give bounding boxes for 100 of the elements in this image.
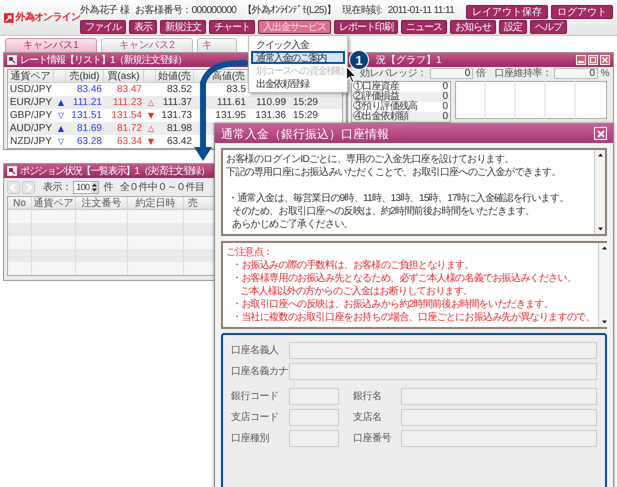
rate-value: 131.36 xyxy=(255,109,286,122)
item-label: ②評価損益 xyxy=(352,92,400,102)
display-label: 表示： xyxy=(43,180,72,194)
rate-value: 111.37 xyxy=(162,96,192,109)
trend-mark: △ xyxy=(148,97,154,109)
menu-button[interactable]: お知らせ xyxy=(450,20,496,34)
dropdown-item[interactable]: クイック入金 xyxy=(251,38,345,51)
rate-value: 15:29 xyxy=(292,96,318,109)
rate-value: 81.72 xyxy=(116,122,142,135)
field-label: 口座種別 xyxy=(231,432,270,446)
menu-button[interactable]: 新規注文 xyxy=(160,20,206,34)
minimize-icon[interactable] xyxy=(576,55,586,65)
field-label: 銀行名 xyxy=(353,390,382,404)
menu-button[interactable]: 設定 xyxy=(499,20,527,34)
customer-number: お客様番号：000000000 xyxy=(135,4,236,18)
time-label: 現在時刻: xyxy=(342,4,382,18)
rate-value: 81.98 xyxy=(166,122,192,135)
vertical-scrollbar[interactable] xyxy=(598,243,609,327)
rate-value: 111.61 xyxy=(216,96,246,109)
window-title: レート情報【リスト】1（新規注文登録） xyxy=(20,54,187,68)
rate-value: 81.69 xyxy=(76,122,102,135)
rate-value: 63.28 xyxy=(76,135,102,148)
menu-button[interactable]: 表示 xyxy=(129,20,157,34)
item-label: ①口座資産 xyxy=(352,82,400,92)
dropdown-item[interactable]: 通常入金のご案内 xyxy=(251,51,345,64)
window-title: 況【グラフ】1 xyxy=(376,54,442,68)
input-field[interactable] xyxy=(289,430,339,447)
input-field[interactable] xyxy=(289,363,597,380)
account-name: 【外為ｵﾝﾗｲﾝﾃﾞﾓ(L25)】 xyxy=(242,4,336,18)
menu-button[interactable]: ファイル xyxy=(80,20,126,34)
menu-button[interactable]: ニュース xyxy=(401,20,447,34)
item-value: 0 xyxy=(442,82,449,92)
field-label: 支店コード xyxy=(231,410,280,425)
input-field[interactable] xyxy=(401,430,597,447)
input-field[interactable] xyxy=(401,388,597,405)
trend-mark: ▽ xyxy=(58,136,64,148)
item-label: ④出金依頼額 xyxy=(352,112,410,122)
close-icon[interactable] xyxy=(600,55,610,65)
record-count: 全０件中０～０件目 xyxy=(120,180,204,194)
notice-text: ・お振込みの際の手数料は、お客様のご負担となります。 xyxy=(231,259,475,272)
notice-text: ご本人様以外の方からのご入金はお断りしております。 xyxy=(239,285,474,298)
rate-value: 131.51 xyxy=(71,109,102,122)
notice-text: ・当社に複数のお取引口座をお持ちの場合、口座ごとにお振込み先が異なりますので、 xyxy=(231,311,595,324)
rate-value: 15:29 xyxy=(292,109,318,122)
rate-value: 83.46 xyxy=(76,83,102,96)
info-text: 下記の専用口座にお振込みいただくことで、お取引口座へのご入金ができます。 xyxy=(226,166,562,179)
item-value: 0 xyxy=(442,102,449,112)
unit-label: 件 xyxy=(103,180,113,194)
trend-mark: △ xyxy=(148,123,154,135)
unit-label: % xyxy=(600,67,609,81)
rate-value: 110.99 xyxy=(256,96,286,109)
close-icon xyxy=(596,130,604,138)
field-label: 銀行コード xyxy=(231,390,280,404)
canvas-tab[interactable]: キ xyxy=(197,38,237,52)
rate-value: 63.34 xyxy=(116,135,142,148)
value-field: 0 xyxy=(554,68,598,79)
input-field[interactable] xyxy=(289,342,597,359)
currency-pair: USD/JPY xyxy=(10,83,52,96)
rate-value: 83.52 xyxy=(166,83,192,96)
logo-text: 外為オンライン xyxy=(16,12,80,25)
trend-mark: ▼ xyxy=(148,110,154,122)
menu-button[interactable]: ヘルプ xyxy=(530,20,567,34)
menu-button[interactable]: チャート xyxy=(209,20,255,34)
canvas-tab[interactable]: キャンバス2 xyxy=(101,38,193,52)
dialog-title: 通常入金（銀行振込）口座情報 xyxy=(221,126,389,142)
vertical-scrollbar[interactable] xyxy=(594,150,605,234)
rate-value: 111.21 xyxy=(72,96,102,109)
page-size-spinner[interactable]: 100 xyxy=(73,180,100,194)
field-label: 口座番号 xyxy=(353,432,392,446)
currency-pair: EUR/JPY xyxy=(10,96,52,109)
info-text: お客様のログインIDごとに、専用のご入金先口座を設けております。 xyxy=(226,153,515,166)
dropdown-item[interactable]: 出金依頼登録 xyxy=(251,77,345,90)
unit-label: 倍 xyxy=(476,66,486,81)
input-field[interactable] xyxy=(289,409,339,426)
window-icon xyxy=(7,166,17,176)
trend-mark: ▼ xyxy=(148,136,154,148)
currency-pair: NZD/JPY xyxy=(10,135,52,148)
maximize-icon[interactable] xyxy=(588,55,598,65)
notice-text: ・お客様専用のお振込み先となるため、必ずご本人様の名義でお振込みください。 xyxy=(231,272,578,285)
field-label: 口座名義人 xyxy=(231,344,280,358)
info-text: あらかじめご了承ください。 xyxy=(231,218,354,231)
close-button[interactable] xyxy=(594,127,607,140)
current-time: 2011-01-11 11:11 xyxy=(388,4,454,18)
input-field[interactable] xyxy=(401,409,597,426)
rate-value: 111.23 xyxy=(112,96,142,109)
rate-value: 83.47 xyxy=(116,83,142,96)
trend-mark: ▲ xyxy=(58,97,64,109)
spinner-arrows-icon[interactable] xyxy=(91,182,98,192)
header-button[interactable]: レイアウト保存 xyxy=(466,4,548,18)
trend-mark: ▽ xyxy=(58,110,64,122)
field-label: 口座維持率： xyxy=(494,66,552,81)
rate-value: 83.5 xyxy=(226,83,246,96)
canvas-tab[interactable]: キャンバス1 xyxy=(5,38,97,52)
menu-button[interactable]: レポート印刷 xyxy=(334,20,398,34)
header-button[interactable]: ログアウト xyxy=(551,4,613,18)
field-label: 効レバレッジ： xyxy=(360,67,426,80)
currency-pair: AUD/JPY xyxy=(10,122,52,135)
input-field[interactable] xyxy=(289,388,339,405)
field-label: 口座名義カナ xyxy=(231,364,289,379)
item-value: 0 xyxy=(442,112,449,122)
